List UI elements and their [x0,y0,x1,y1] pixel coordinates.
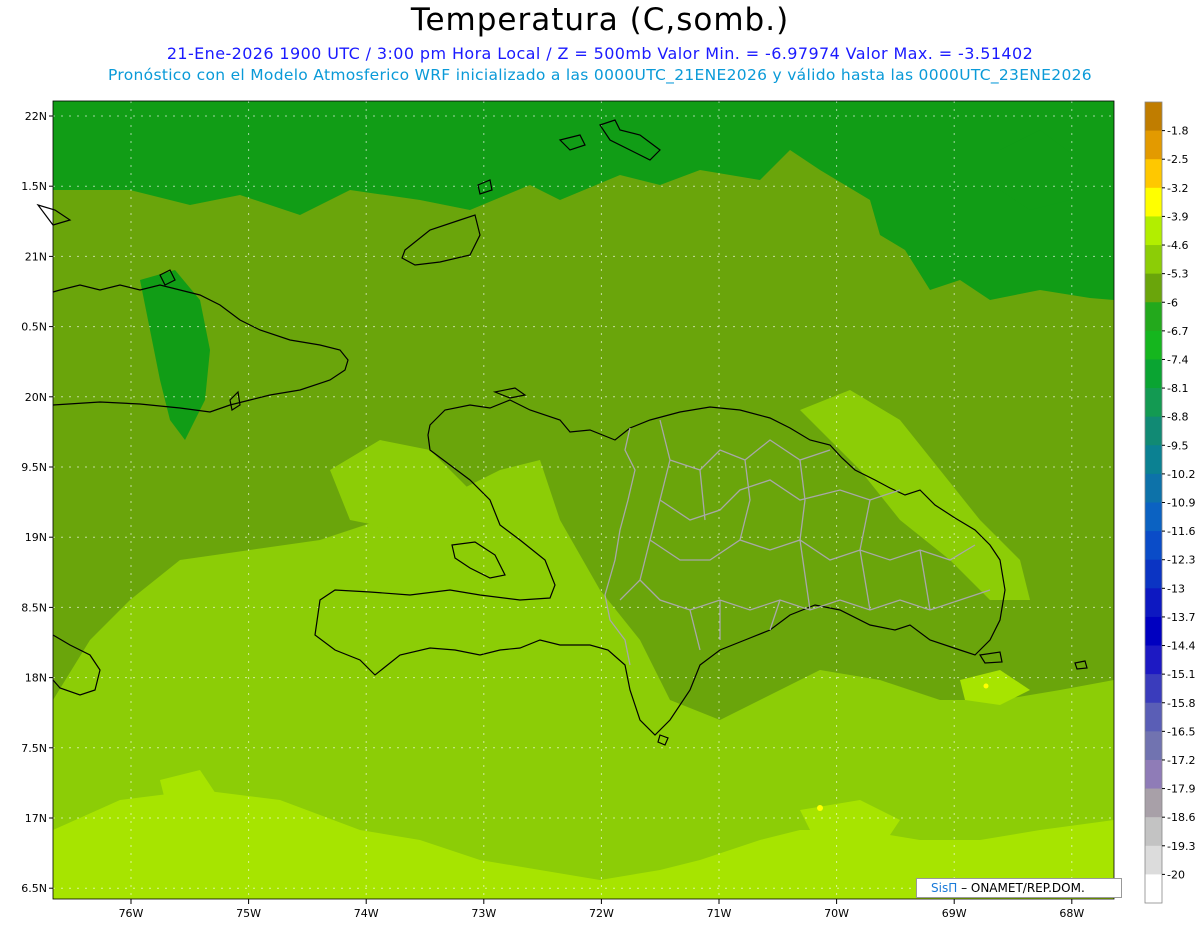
latitude-labels: 22N 1.5N 21N 0.5N 20N 9.5N 19N 8.5N 18N 7.5N 17N 6.… [21,110,53,895]
colorbar-label: -2.5 [1167,153,1188,166]
temperature-field [53,101,1114,899]
colorbar-label: -13 [1167,582,1185,595]
colorbar-label: -13.7 [1167,611,1195,624]
colorbar-label: -4.6 [1167,239,1188,252]
lon-tick-label: 73W [471,907,496,920]
colorbar-label: -14.4 [1167,640,1195,653]
lon-tick-label: 75W [236,907,261,920]
lat-tick-label: 18N [25,672,47,685]
colorbar-swatch [1145,216,1162,246]
lat-tick-label: 8.5N [21,601,47,614]
sispi-logo: SisΠ [931,881,958,895]
colorbar-swatch [1145,874,1162,904]
lat-tick-label: 0.5N [21,321,47,334]
colorbar-swatch [1145,473,1162,503]
colorbar-swatch [1145,388,1162,418]
colorbar-swatch [1145,187,1162,217]
colorbar-swatch [1145,531,1162,561]
colorbar-label: -9.5 [1167,439,1188,452]
colorbar-label: -6 [1167,296,1178,309]
colorbar-swatch [1145,416,1162,446]
colorbar-label: -5.3 [1167,268,1188,281]
lat-tick-label: 6.5N [21,882,47,895]
colorbar-label: -19.3 [1167,840,1195,853]
colorbar-swatch [1145,302,1162,332]
colorbar-swatch [1145,559,1162,589]
colorbar-label: -8.1 [1167,382,1188,395]
colorbar-label: -15.1 [1167,668,1195,681]
lon-tick-label: 68W [1059,907,1084,920]
colorbar-label: -18.6 [1167,811,1195,824]
lon-tick-label: 69W [942,907,967,920]
lat-tick-label: 19N [25,531,47,544]
colorbar-swatch [1145,731,1162,761]
colorbar-label: -6.7 [1167,325,1188,338]
lat-tick-label: 9.5N [21,461,47,474]
colorbar-swatch [1145,273,1162,303]
colorbar-swatch [1145,616,1162,646]
credit-box: SisΠ – ONAMET/REP.DOM. [916,878,1122,898]
colorbar-swatch [1145,445,1162,475]
colorbar-label: -17.9 [1167,783,1195,796]
longitude-labels: 76W 75W 74W 73W 72W 71W 70W 69W 68W [119,899,1084,920]
colorbar-swatch [1145,102,1162,132]
colorbar-label: -16.5 [1167,725,1195,738]
lat-tick-label: 17N [25,812,47,825]
lon-tick-label: 70W [824,907,849,920]
lat-tick-label: 20N [25,391,47,404]
colorbar-label: -3.2 [1167,182,1188,195]
lat-tick-label: 7.5N [21,742,47,755]
colorbar-swatch [1145,645,1162,675]
colorbar-label: -15.8 [1167,697,1195,710]
colorbar-swatch [1145,788,1162,818]
lat-tick-label: 22N [25,110,47,123]
colorbar-swatch [1145,359,1162,389]
colorbar-swatch [1145,845,1162,875]
colorbar-label: -10.9 [1167,497,1195,510]
colorbar-label: -17.2 [1167,754,1195,767]
colorbar: -1.8 -2.5 -3.2 -3.9 -4.6 -5.3 -6 -6.7 -7.4 -8.1 -8… [1144,101,1195,904]
colorbar-swatch [1145,502,1162,532]
colorbar-swatch [1145,245,1162,275]
lon-tick-label: 76W [119,907,144,920]
colorbar-swatch [1145,588,1162,618]
lon-tick-label: 74W [354,907,379,920]
colorbar-label: -12.3 [1167,554,1195,567]
colorbar-swatch [1145,159,1162,189]
colorbar-label: -7.4 [1167,353,1188,366]
colorbar-swatch [1145,674,1162,704]
colorbar-label: -20 [1167,868,1185,881]
colorbar-swatch [1145,759,1162,789]
colorbar-swatch [1145,817,1162,847]
colorbar-label: -8.8 [1167,411,1188,424]
colorbar-label: -1.8 [1167,125,1188,138]
colorbar-swatch [1145,330,1162,360]
colorbar-swatch [1145,702,1162,732]
credit-text: – ONAMET/REP.DOM. [961,881,1085,895]
lat-tick-label: 1.5N [21,180,47,193]
lon-tick-label: 71W [707,907,732,920]
lon-tick-label: 72W [589,907,614,920]
lat-tick-label: 21N [25,250,47,263]
field-yellow-spot [817,805,823,811]
colorbar-label: -10.2 [1167,468,1195,481]
colorbar-swatch [1145,130,1162,160]
field-yellow-spot [983,683,989,689]
temperature-map: 22N 1.5N 21N 0.5N 20N 9.5N 19N 8.5N 18N 7.5N 17N 6.… [21,100,1195,920]
colorbar-label: -3.9 [1167,210,1188,223]
colorbar-label: -11.6 [1167,525,1195,538]
